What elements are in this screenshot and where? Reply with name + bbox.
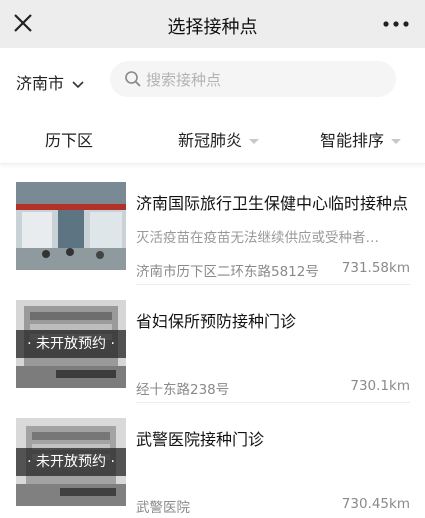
status-badge: · 未开放预约 · xyxy=(16,330,126,358)
search-input[interactable]: 搜索接种点 xyxy=(110,61,396,97)
caret-down-icon xyxy=(249,139,260,144)
city-selector[interactable]: 济南市 xyxy=(16,70,85,94)
caret-down-icon xyxy=(391,139,402,144)
site-distance: 730.1km xyxy=(350,378,410,394)
filter-vaccine[interactable]: 新冠肺炎 xyxy=(178,127,260,151)
more-icon[interactable] xyxy=(383,20,409,28)
site-address: 武警医院 xyxy=(136,500,190,516)
site-name: 省妇保所预防接种门诊 xyxy=(136,312,297,331)
list-item[interactable]: · 未开放预约 · 武警医院接种门诊 武警医院 730.45km xyxy=(16,418,410,518)
filter-bar: 历下区 新冠肺炎 智能排序 xyxy=(0,110,425,164)
filter-sort[interactable]: 智能排序 xyxy=(320,127,402,151)
site-name: 武警医院接种门诊 xyxy=(136,430,265,449)
filter-district-label: 历下区 xyxy=(45,131,94,150)
site-distance: 730.45km xyxy=(341,496,410,512)
site-photo xyxy=(16,182,126,270)
city-label: 济南市 xyxy=(16,74,65,93)
title-bar: 选择接种点 xyxy=(0,0,425,48)
search-bar: 济南市 搜索接种点 xyxy=(0,48,425,110)
chevron-down-icon xyxy=(72,80,84,88)
site-address: 济南市历下区二环东路5812号 xyxy=(136,264,319,280)
page-title: 选择接种点 xyxy=(167,17,258,38)
search-icon xyxy=(125,71,141,87)
status-badge: · 未开放预约 · xyxy=(16,448,126,476)
filter-district[interactable]: 历下区 xyxy=(45,127,93,151)
filter-vaccine-label: 新冠肺炎 xyxy=(178,131,243,150)
site-description: 灭活疫苗在疫苗无法继续供应或受种者… xyxy=(136,230,379,246)
divider xyxy=(136,284,410,285)
list-item[interactable]: 济南国际旅行卫生保健中心临时接种点 灭活疫苗在疫苗无法继续供应或受种者… 济南市… xyxy=(16,182,410,282)
list-item[interactable]: · 未开放预约 · 省妇保所预防接种门诊 经十东路238号 730.1km xyxy=(16,300,410,400)
divider xyxy=(136,402,410,403)
site-distance: 731.58km xyxy=(341,260,410,276)
site-address: 经十东路238号 xyxy=(136,382,230,398)
filter-sort-label: 智能排序 xyxy=(320,131,385,150)
site-name: 济南国际旅行卫生保健中心临时接种点 xyxy=(136,194,409,213)
search-placeholder: 搜索接种点 xyxy=(146,71,222,89)
